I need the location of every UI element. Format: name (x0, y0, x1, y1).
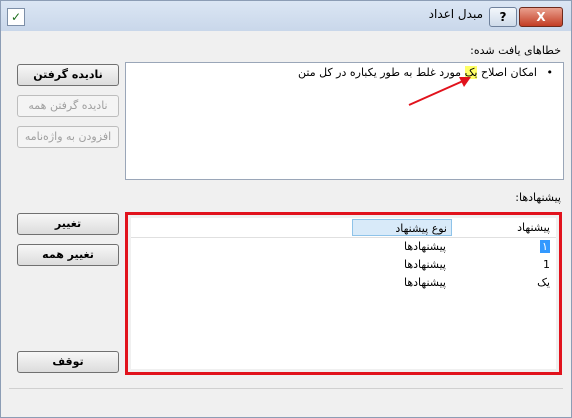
ignore-all-button[interactable]: نادیده گرفتن همه (17, 95, 119, 117)
list-header: پیشنهاد نوع پیشنهاد (131, 218, 556, 238)
suggestion-value: 1 (543, 258, 550, 271)
list-item[interactable]: ۱ پیشنهادها (131, 238, 556, 256)
help-button[interactable]: ? (489, 7, 517, 27)
suggestion-value: یک (537, 276, 550, 289)
app-check-icon: ✓ (7, 8, 25, 26)
list-item[interactable]: 1 پیشنهادها (131, 256, 556, 274)
ignore-button[interactable]: نادیده گرفتن (17, 64, 119, 86)
title-bar: ✓ مبدل اعداد ? X (1, 1, 571, 31)
close-button[interactable]: X (519, 7, 563, 27)
errors-box[interactable]: • امکان اصلاح یک مورد غلط به طور یکباره … (125, 62, 564, 180)
dialog-window: ✓ مبدل اعداد ? X خطاهای یافت شده: • امکا… (0, 0, 572, 418)
change-all-button[interactable]: تغییر همه (17, 244, 119, 266)
error-text-before: امکان اصلاح (477, 66, 537, 79)
suggestion-type: پیشنهادها (404, 276, 446, 289)
suggestion-value: ۱ (540, 240, 550, 253)
red-arrow-icon (408, 77, 471, 106)
suggestions-label: پیشنهادها: (515, 191, 561, 204)
window-title: مبدل اعداد (428, 7, 483, 21)
column-header-type[interactable]: نوع پیشنهاد (352, 219, 452, 236)
suggestions-list: پیشنهاد نوع پیشنهاد ۱ پیشنهادها 1 پیشنها… (125, 212, 562, 375)
bullet-icon: • (546, 66, 554, 79)
suggestion-type: پیشنهادها (404, 258, 446, 271)
column-header-suggestion[interactable]: پیشنهاد (517, 221, 550, 234)
change-button[interactable]: تغییر (17, 213, 119, 235)
stop-button[interactable]: توقف (17, 351, 119, 373)
errors-label: خطاهای یافت شده: (470, 44, 561, 57)
add-dictionary-button[interactable]: افزودن به واژه‌نامه (17, 126, 119, 148)
list-item[interactable]: یک پیشنهادها (131, 274, 556, 292)
list-body: ۱ پیشنهادها 1 پیشنهادها یک پیشنهادها (131, 238, 556, 369)
footer-divider (9, 388, 563, 389)
suggestion-type: پیشنهادها (404, 240, 446, 253)
